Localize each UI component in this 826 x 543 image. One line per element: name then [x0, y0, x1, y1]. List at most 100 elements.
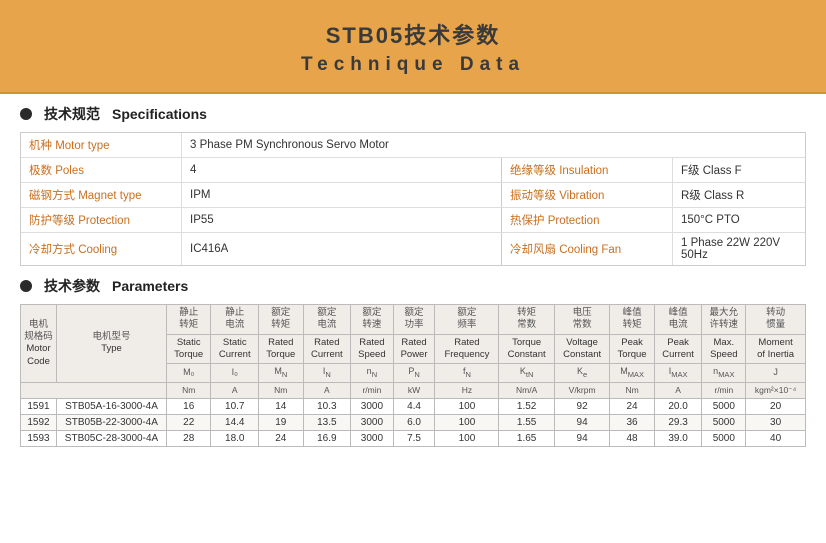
cell-fN: 100: [435, 414, 499, 430]
cell-nMAX: 5000: [702, 430, 746, 446]
content: 技术规范 Specifications 机种 Motor type 3 Phas…: [0, 94, 826, 543]
cell-code: 1592: [21, 414, 57, 430]
cell-nMAX: 5000: [702, 398, 746, 414]
vibration-row: 振动等级 Vibration R级 Class R: [501, 183, 805, 207]
thermal-row: 热保护 Protection 150°C PTO: [501, 208, 805, 232]
bullet-icon: [20, 108, 32, 120]
cell-PN: 4.4: [393, 398, 435, 414]
cell-MMAX: 36: [610, 414, 654, 430]
cell-Ke: 94: [554, 414, 609, 430]
specs-row-poles: 极数 Poles 4 绝缘等级 Insulation F级 Class F: [21, 158, 805, 183]
cell-IN: 10.3: [303, 398, 351, 414]
col-torque-const: 转矩常数: [499, 305, 554, 335]
col-inertia: 转动惯量: [746, 305, 806, 335]
cooling-fan-label: 冷却风扇 Cooling Fan: [502, 233, 672, 265]
poles-label: 极数 Poles: [21, 158, 181, 182]
cell-Ke: 94: [554, 430, 609, 446]
col-peak-torque: 峰值转矩: [610, 305, 654, 335]
cell-M0: 16: [167, 398, 211, 414]
params-section-header: 技术参数 Parameters: [20, 276, 806, 296]
cell-J: 20: [746, 398, 806, 414]
motor-type-label: 机种 Motor type: [21, 133, 181, 157]
specs-row-magnet: 磁钢方式 Magnet type IPM 振动等级 Vibration R级 C…: [21, 183, 805, 208]
table-row: 1593STB05C-28-3000-4A2818.02416.930007.5…: [21, 430, 806, 446]
params-section: 技术参数 Parameters 电机 规格码 Motor Code 电机型号: [20, 276, 806, 447]
cell-I0: 14.4: [211, 414, 259, 430]
cooling-fan-row: 冷却风扇 Cooling Fan 1 Phase 22W 220V 50Hz: [501, 233, 805, 265]
cell-nMAX: 5000: [702, 414, 746, 430]
cooling-value: IC416A: [181, 233, 501, 265]
cell-J: 40: [746, 430, 806, 446]
cell-I0: 18.0: [211, 430, 259, 446]
cell-MN: 19: [259, 414, 303, 430]
vibration-value: R级 Class R: [672, 183, 805, 207]
specs-title-cn: 技术规范: [44, 104, 100, 124]
specs-section-header: 技术规范 Specifications: [20, 104, 806, 124]
table-header-row: 电机 规格码 Motor Code 电机型号 Type 静止转矩: [21, 305, 806, 335]
table-row: 1591STB05A-16-3000-4A1610.71410.330004.4…: [21, 398, 806, 414]
cell-code: 1593: [21, 430, 57, 446]
vibration-label: 振动等级 Vibration: [502, 183, 672, 207]
cell-IMAX: 29.3: [654, 414, 702, 430]
params-title-cn: 技术参数: [44, 276, 100, 296]
bullet-icon-2: [20, 280, 32, 292]
cooling-fan-value: 1 Phase 22W 220V 50Hz: [672, 233, 805, 265]
insulation-row: 绝缘等级 Insulation F级 Class F: [501, 158, 805, 182]
col-motor-type: 电机型号 Type: [57, 305, 167, 383]
specs-row-motortype: 机种 Motor type 3 Phase PM Synchronous Ser…: [21, 133, 805, 158]
thermal-protection-label: 热保护 Protection: [502, 208, 672, 232]
cell-KtN: 1.55: [499, 414, 554, 430]
cell-J: 30: [746, 414, 806, 430]
cell-nN: 3000: [351, 414, 393, 430]
specs-row-protection: 防护等级 Protection IP55 热保护 Protection 150°…: [21, 208, 805, 233]
header-title-en: Technique Data: [20, 54, 806, 76]
poles-value: 4: [181, 158, 501, 182]
cell-nN: 3000: [351, 430, 393, 446]
cell-M0: 22: [167, 414, 211, 430]
col-rated-current: 额定电流: [303, 305, 351, 335]
cell-fN: 100: [435, 430, 499, 446]
col-rated-torque: 额定转矩: [259, 305, 303, 335]
specs-table: 机种 Motor type 3 Phase PM Synchronous Ser…: [20, 132, 806, 266]
protection-value: IP55: [181, 208, 501, 232]
cell-type: STB05B-22-3000-4A: [57, 414, 167, 430]
cell-nN: 3000: [351, 398, 393, 414]
cell-IMAX: 39.0: [654, 430, 702, 446]
cooling-label: 冷却方式 Cooling: [21, 233, 181, 265]
cell-PN: 7.5: [393, 430, 435, 446]
cell-IN: 13.5: [303, 414, 351, 430]
cell-Ke: 92: [554, 398, 609, 414]
col-voltage-const: 电压常数: [554, 305, 609, 335]
table-header-row-units: Nm A Nm A r/min kW Hz Nm/A V/krpm Nm A r…: [21, 382, 806, 398]
motor-type-value: 3 Phase PM Synchronous Servo Motor: [181, 133, 805, 157]
page: STB05技术参数 Technique Data 技术规范 Specificat…: [0, 0, 826, 543]
header-title-cn: STB05技术参数: [20, 18, 806, 50]
table-row: 1592STB05B-22-3000-4A2214.41913.530006.0…: [21, 414, 806, 430]
header: STB05技术参数 Technique Data: [0, 0, 826, 94]
params-title-en: Parameters: [112, 278, 188, 294]
specs-row-cooling: 冷却方式 Cooling IC416A 冷却风扇 Cooling Fan 1 P…: [21, 233, 805, 265]
col-rated-freq: 额定频率: [435, 305, 499, 335]
magnet-value: IPM: [181, 183, 501, 207]
cell-fN: 100: [435, 398, 499, 414]
cell-MMAX: 48: [610, 430, 654, 446]
cell-M0: 28: [167, 430, 211, 446]
cell-KtN: 1.52: [499, 398, 554, 414]
cell-MN: 24: [259, 430, 303, 446]
col-static-current: 静止电流: [211, 305, 259, 335]
cell-type: STB05C-28-3000-4A: [57, 430, 167, 446]
cell-code: 1591: [21, 398, 57, 414]
col-static-torque: 静止转矩: [167, 305, 211, 335]
cell-MN: 14: [259, 398, 303, 414]
cell-type: STB05A-16-3000-4A: [57, 398, 167, 414]
insulation-label: 绝缘等级 Insulation: [502, 158, 672, 182]
thermal-protection-value: 150°C PTO: [672, 208, 805, 232]
cell-IMAX: 20.0: [654, 398, 702, 414]
magnet-label: 磁钢方式 Magnet type: [21, 183, 181, 207]
col-rated-power: 额定功率: [393, 305, 435, 335]
cell-IN: 16.9: [303, 430, 351, 446]
col-rated-speed: 额定转速: [351, 305, 393, 335]
col-motor-code: 电机 规格码 Motor Code: [21, 305, 57, 383]
insulation-value: F级 Class F: [672, 158, 805, 182]
col-max-speed: 最大允许转速: [702, 305, 746, 335]
